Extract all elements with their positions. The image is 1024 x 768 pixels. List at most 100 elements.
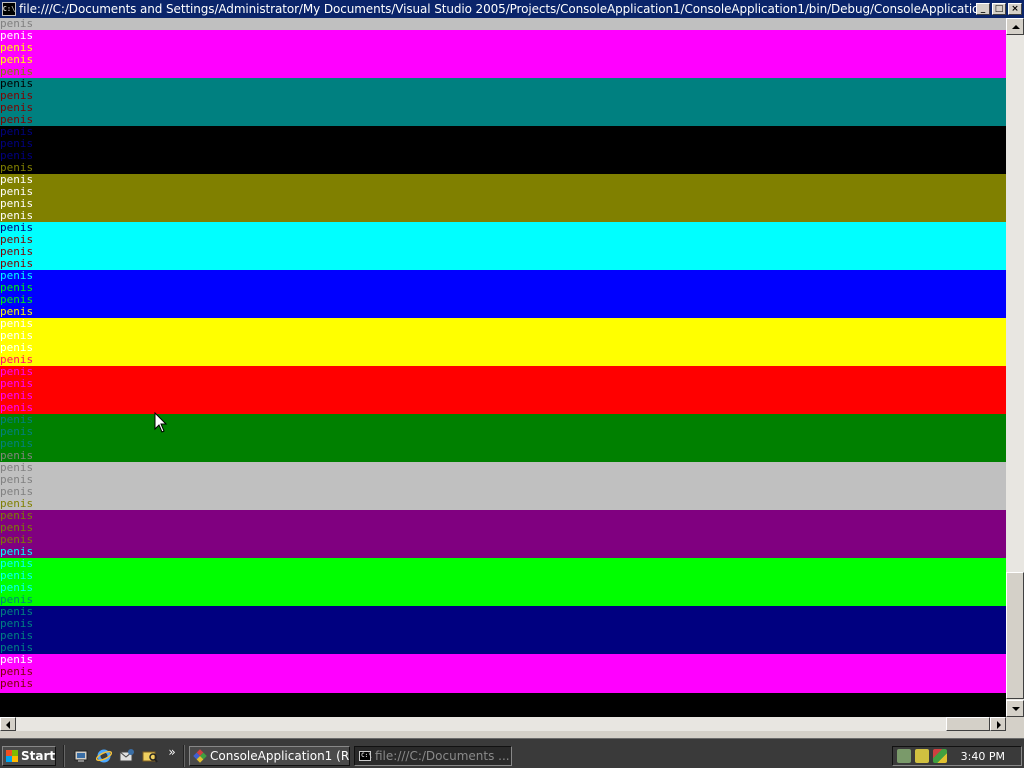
console-line: penis <box>0 222 1006 234</box>
console-line: penis <box>0 30 1006 42</box>
console-line-text: penis <box>0 78 34 90</box>
console-line: penis <box>0 666 1006 678</box>
console-line-text: penis <box>0 150 34 162</box>
clock[interactable]: 3:40 PM <box>961 750 1005 763</box>
console-line-text: penis <box>0 90 34 102</box>
maximize-button[interactable]: □ <box>992 3 1006 15</box>
arrow-up-icon <box>1012 25 1020 29</box>
console-line: penis <box>0 630 1006 642</box>
console-line-text: penis <box>0 498 34 510</box>
console-line-text: penis <box>0 162 34 174</box>
task-console-window[interactable]: C:\ file:///C:/Documents ... <box>354 746 512 766</box>
console-line-text: penis <box>0 342 34 354</box>
console-line: penis <box>0 678 1006 693</box>
console-line: penis <box>0 294 1006 306</box>
console-line: penis <box>0 186 1006 198</box>
network-icon[interactable] <box>897 749 911 763</box>
internet-explorer-icon[interactable] <box>96 748 112 764</box>
console-line-text: penis <box>0 294 34 306</box>
console-line: penis <box>0 354 1006 366</box>
taskbar-separator <box>183 745 185 767</box>
command-prompt-icon: C:\ <box>359 751 372 761</box>
security-icon[interactable] <box>915 749 929 763</box>
outlook-express-icon[interactable] <box>119 748 135 764</box>
console-line-text: penis <box>0 414 34 426</box>
console-line: penis <box>0 546 1006 558</box>
console-line: penis <box>0 366 1006 378</box>
console-line: penis <box>0 462 1006 474</box>
window-title-bar[interactable]: C:\ file:///C:/Documents and Settings/Ad… <box>0 0 1024 18</box>
scroll-up-button[interactable] <box>1006 18 1024 35</box>
console-line-text: penis <box>0 126 34 138</box>
console-line: penis <box>0 258 1006 270</box>
console-line: penis <box>0 66 1006 78</box>
window-title: file:///C:/Documents and Settings/Admini… <box>19 2 976 16</box>
console-line: penis <box>0 558 1006 570</box>
console-line: penis <box>0 378 1006 390</box>
console-line-text: penis <box>0 198 34 210</box>
console-line-text: penis <box>0 18 34 30</box>
console-line: penis <box>0 246 1006 258</box>
console-line-text: penis <box>0 486 34 498</box>
window-frame-bottom <box>0 731 1024 738</box>
console-line: penis <box>0 150 1006 162</box>
windows-logo-icon <box>6 750 18 762</box>
console-line-text: penis <box>0 450 34 462</box>
minimize-button[interactable]: _ <box>976 3 990 15</box>
scroll-down-button[interactable] <box>1006 700 1024 717</box>
horizontal-scrollbar[interactable] <box>0 717 1006 731</box>
console-line-text: penis <box>0 654 34 666</box>
console-line: penis <box>0 510 1006 522</box>
console-line-text: penis <box>0 678 34 690</box>
console-line: penis <box>0 318 1006 330</box>
console-line: penis <box>0 18 1006 30</box>
console-line-text: penis <box>0 402 34 414</box>
console-line-text: penis <box>0 30 34 42</box>
windows-explorer-icon[interactable] <box>142 748 158 764</box>
start-label: Start <box>21 749 56 763</box>
start-button[interactable]: Start <box>2 746 56 766</box>
console-output[interactable]: penis penis penis penis penis penis penis penis… <box>0 18 1006 717</box>
console-line: penis <box>0 450 1006 462</box>
console-line: penis <box>0 54 1006 66</box>
scroll-right-button[interactable] <box>990 717 1006 731</box>
close-button[interactable]: × <box>1008 3 1022 15</box>
vertical-scrollbar[interactable] <box>1006 18 1024 717</box>
console-line: penis <box>0 498 1006 510</box>
console-line-text: penis <box>0 426 34 438</box>
console-line: penis <box>0 570 1006 582</box>
console-line-text: penis <box>0 66 34 78</box>
console-line-text: penis <box>0 42 34 54</box>
console-line: penis <box>0 234 1006 246</box>
visual-studio-tray-icon[interactable] <box>933 749 947 763</box>
console-line-text: penis <box>0 282 34 294</box>
quick-launch-overflow[interactable]: » <box>164 744 180 760</box>
console-line: penis <box>0 654 1006 666</box>
console-line: penis <box>0 606 1006 618</box>
command-prompt-icon[interactable]: C:\ <box>2 2 16 16</box>
console-line-text: penis <box>0 618 34 630</box>
console-line-text: penis <box>0 318 34 330</box>
app-icon-glyph: C:\ <box>2 4 16 13</box>
show-desktop-icon[interactable] <box>73 748 89 764</box>
console-line-text: penis <box>0 594 34 606</box>
console-line: penis <box>0 522 1006 534</box>
arrow-right-icon <box>997 721 1001 729</box>
console-line-text: penis <box>0 582 34 594</box>
console-line: penis <box>0 534 1006 546</box>
task-label: file:///C:/Documents ... <box>375 749 510 763</box>
console-line: penis <box>0 162 1006 174</box>
console-line-text: penis <box>0 102 34 114</box>
console-line: penis <box>0 306 1006 318</box>
vertical-scroll-thumb[interactable] <box>1006 572 1024 699</box>
scroll-left-button[interactable] <box>0 717 16 731</box>
console-line-text: penis <box>0 54 34 66</box>
console-line-text: penis <box>0 330 34 342</box>
console-line: penis <box>0 342 1006 354</box>
console-line-text: penis <box>0 174 34 186</box>
console-line-text: penis <box>0 534 34 546</box>
horizontal-scroll-thumb[interactable] <box>946 717 990 731</box>
console-line-text: penis <box>0 546 34 558</box>
task-visual-studio[interactable]: ConsoleApplication1 (Run... <box>189 746 350 766</box>
window-controls: _ □ × <box>976 3 1022 15</box>
